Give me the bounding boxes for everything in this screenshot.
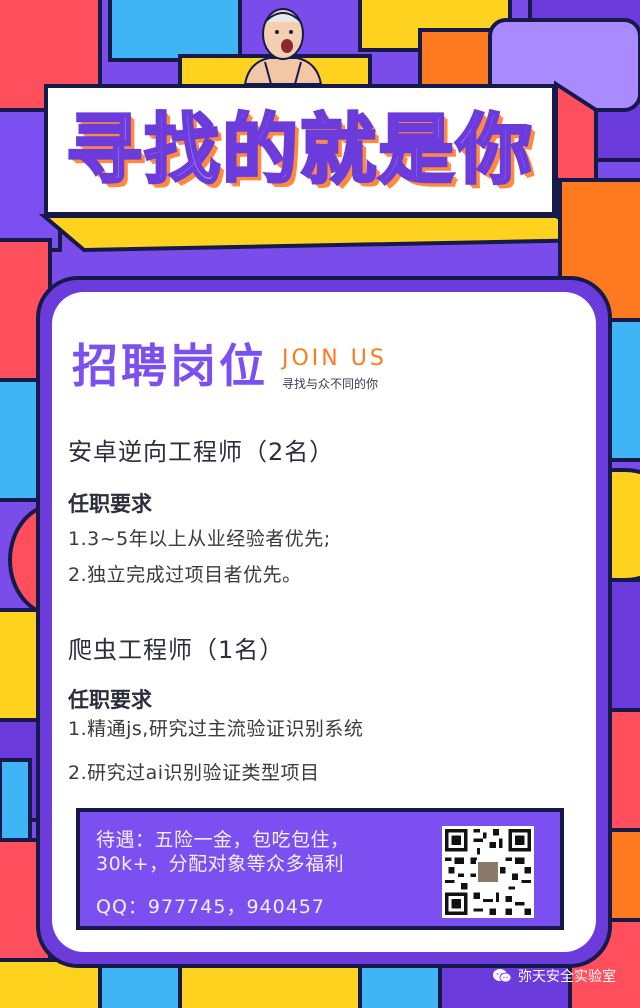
job-title-text: 爬虫工程师（1名）	[68, 636, 285, 664]
wechat-icon	[493, 969, 512, 983]
section-subtitle: 寻找与众不同的你	[282, 377, 379, 391]
footer-label: 弥天安全实验室	[518, 969, 616, 985]
page-title: 寻找的就是你	[65, 104, 534, 196]
benefits-line: 待遇：五险一金，包吃包住，	[96, 829, 350, 851]
job-title-android: 安卓逆向工程师（2名）	[68, 436, 334, 468]
requirement-line: 1.精通js,研究过主流验证识别系统	[68, 718, 364, 740]
benefits-text: 待遇：五险一金，包吃包住， 30k+，分配对象等众多福利	[96, 828, 350, 876]
qq-contact: QQ：977745，940457	[96, 896, 325, 918]
requirements-label: 任职要求	[68, 688, 152, 712]
join-us-label: JOIN US	[282, 346, 387, 371]
benefits-line: 30k+，分配对象等众多福利	[96, 853, 345, 875]
qr-code[interactable]	[442, 826, 534, 918]
requirement-line: 2.独立完成过项目者优先。	[68, 564, 302, 586]
section-title: 招聘岗位	[72, 339, 268, 393]
job-title-text: 安卓逆向工程师（2名）	[68, 438, 335, 466]
requirements-label: 任职要求	[68, 492, 152, 516]
avatar	[243, 8, 323, 84]
requirement-line: 2.研究过ai识别验证类型项目	[68, 762, 320, 784]
title-banner: 寻找的就是你	[44, 84, 556, 216]
requirement-line: 1.3~5年以上从业经验者优先;	[68, 528, 331, 550]
job-title-crawler: 爬虫工程师（1名）	[68, 634, 284, 666]
footer-account: 弥天安全实验室	[492, 966, 616, 986]
